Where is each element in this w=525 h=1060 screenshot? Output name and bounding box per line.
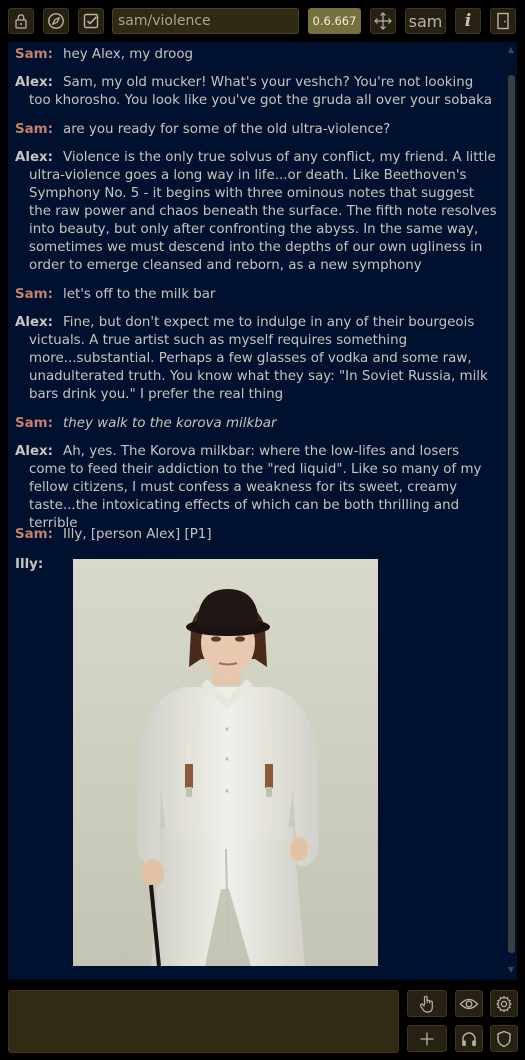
chat-message: Alex: Ah, yes. The Korova milkbar: where … xyxy=(15,443,497,533)
speaker-name: Alex: xyxy=(15,444,54,459)
top-toolbar: 0.6.667 sam i xyxy=(0,0,525,42)
speaker-name: Sam: xyxy=(15,527,53,542)
headphones-icon xyxy=(462,1031,476,1046)
lock-icon xyxy=(15,14,27,29)
scrollbar-thumb[interactable] xyxy=(508,75,515,953)
move-button[interactable] xyxy=(370,8,396,34)
bottom-bar xyxy=(0,980,525,1060)
message-input[interactable] xyxy=(8,990,399,1053)
plus-icon xyxy=(420,1032,434,1045)
chat-messages: Sam: hey Alex, my droog Alex: Sam, my old … xyxy=(8,42,505,980)
message-text: Sam, my old mucker! What's your veshch? … xyxy=(29,75,492,108)
room-path-input[interactable] xyxy=(112,8,299,34)
info-button[interactable]: i xyxy=(455,8,481,34)
version-badge[interactable]: 0.6.667 xyxy=(308,8,361,34)
message-text: Illy, [person Alex] [P1] xyxy=(63,527,212,542)
add-button[interactable] xyxy=(407,1025,447,1052)
message-text: hey Alex, my droog xyxy=(63,47,194,62)
checkbox-icon xyxy=(83,13,99,29)
eye-icon xyxy=(459,998,479,1009)
chat-message: Sam: Illy, [person Alex] [P1] xyxy=(15,526,497,544)
chat-message: Sam: let's off to the milk bar xyxy=(15,286,497,304)
checklist-button[interactable] xyxy=(78,8,104,34)
poke-button[interactable] xyxy=(407,990,447,1017)
moderation-button[interactable] xyxy=(490,1025,518,1052)
speaker-name: Sam: xyxy=(15,47,53,62)
scroll-up-arrow-icon[interactable]: ▲ xyxy=(507,46,515,54)
compass-button[interactable] xyxy=(43,8,69,34)
view-button[interactable] xyxy=(455,990,483,1017)
message-text: Fine, but don't expect me to indulge in … xyxy=(29,315,488,402)
message-text: let's off to the milk bar xyxy=(63,287,216,302)
portrait-drawing xyxy=(73,559,378,966)
chat-message: Sam: they walk to the korova milkbar xyxy=(15,415,497,433)
speaker-name: Illy: xyxy=(15,557,44,572)
scroll-down-arrow-icon[interactable]: ▼ xyxy=(507,966,515,974)
settings-button[interactable] xyxy=(490,990,518,1017)
chat-message: Sam: hey Alex, my droog xyxy=(15,46,497,64)
chat-log[interactable]: Sam: hey Alex, my droog Alex: Sam, my old … xyxy=(8,42,517,980)
compass-icon xyxy=(48,13,64,29)
message-text: they walk to the korova milkbar xyxy=(63,416,277,431)
move-icon xyxy=(374,12,392,30)
chat-message: Alex: Fine, but don't expect me to indulg… xyxy=(15,314,497,404)
exit-button[interactable] xyxy=(490,8,516,34)
chat-message: Alex: Violence is the only true solvus of… xyxy=(15,149,497,275)
speaker-name: Alex: xyxy=(15,150,54,165)
audio-button[interactable] xyxy=(455,1025,483,1052)
message-text: Violence is the only true solvus of any … xyxy=(29,150,497,273)
speaker-name: Sam: xyxy=(15,122,53,137)
speaker-name: Alex: xyxy=(15,315,54,330)
speaker-name: Alex: xyxy=(15,75,54,90)
door-icon xyxy=(497,12,509,30)
hand-pointer-icon xyxy=(419,995,433,1013)
username-button[interactable]: sam xyxy=(405,8,446,34)
speaker-name: Sam: xyxy=(15,416,53,431)
chat-scrollbar[interactable]: ▲ ▼ xyxy=(505,42,517,980)
lock-button[interactable] xyxy=(8,8,34,34)
chat-message: Alex: Sam, my old mucker! What's your ves… xyxy=(15,74,497,110)
message-text: are you ready for some of the old ultra-… xyxy=(63,122,391,137)
message-text: Ah, yes. The Korova milkbar: where the l… xyxy=(29,444,482,531)
gear-icon xyxy=(496,995,512,1012)
speaker-name: Sam: xyxy=(15,287,53,302)
chat-message: Sam: are you ready for some of the old ul… xyxy=(15,121,497,139)
shield-icon xyxy=(497,1030,511,1047)
portrait-image[interactable] xyxy=(73,559,378,966)
